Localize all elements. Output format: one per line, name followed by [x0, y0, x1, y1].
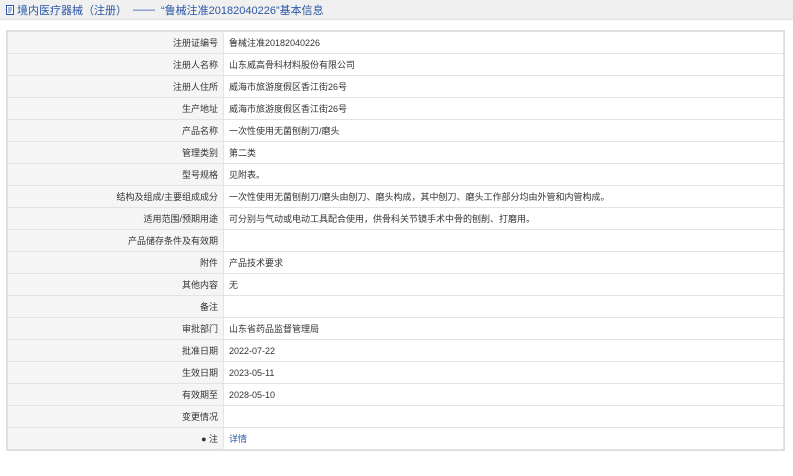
table-row: 产品储存条件及有效期: [7, 229, 784, 252]
row-label: 适用范围/预期用途: [7, 207, 224, 230]
row-label: 管理类别: [7, 141, 224, 164]
table-row: 结构及组成/主要组成成分 一次性使用无菌刨削刀/磨头由刨刀、磨头构成，其中刨刀、磨…: [7, 185, 784, 208]
row-label: 审批部门: [7, 317, 224, 340]
row-value: 威海市旅游度假区香江街26号: [223, 75, 784, 98]
table-row: 产品名称 一次性使用无菌刨削刀/磨头: [7, 119, 784, 142]
row-label: 备注: [7, 295, 224, 318]
row-value: 一次性使用无菌刨削刀/磨头: [223, 119, 784, 142]
table-row: 备注: [7, 295, 784, 318]
page-header: 境内医疗器械（注册） —— “鲁械注准20182040226”基本信息: [0, 0, 793, 20]
row-label: 变更情况: [7, 405, 224, 428]
table-row: 审批部门 山东省药品监督管理局: [7, 317, 784, 340]
detail-table: 注册证编号 鲁械注准20182040226 注册人名称 山东威高骨科材料股份有限公司…: [7, 31, 784, 450]
row-value: 威海市旅游度假区香江街26号: [223, 97, 784, 120]
table-row: 变更情况: [7, 405, 784, 428]
table-row: 注册人住所 威海市旅游度假区香江街26号: [7, 75, 784, 98]
row-value: 无: [223, 273, 784, 296]
table-row: 注册证编号 鲁械注准20182040226: [7, 31, 784, 54]
table-row: 附件 产品技术要求: [7, 251, 784, 274]
row-label: 其他内容: [7, 273, 224, 296]
detail-panel: 注册证编号 鲁械注准20182040226 注册人名称 山东威高骨科材料股份有限公司…: [6, 30, 785, 451]
table-row: 管理类别 第二类: [7, 141, 784, 164]
row-value: [223, 229, 784, 252]
row-label: 有效期至: [7, 383, 224, 406]
row-value: 鲁械注准20182040226: [223, 31, 784, 54]
row-label: 结构及组成/主要组成成分: [7, 185, 224, 208]
table-row: 有效期至 2028-05-10: [7, 383, 784, 406]
document-icon: [5, 4, 15, 15]
row-label: 生产地址: [7, 97, 224, 120]
row-label: 注册人住所: [7, 75, 224, 98]
row-label: ● 注: [7, 427, 224, 450]
row-value: 产品技术要求: [223, 251, 784, 274]
details-link[interactable]: 详情: [229, 434, 247, 444]
header-category: 境内医疗器械（注册）: [17, 4, 127, 17]
row-value: 见附表。: [223, 163, 784, 186]
row-label: 注册人名称: [7, 53, 224, 76]
row-value: 2022-07-22: [223, 339, 784, 362]
table-row: 型号规格 见附表。: [7, 163, 784, 186]
table-row: 其他内容无: [7, 273, 784, 296]
row-value: 2023-05-11: [223, 361, 784, 384]
row-label: 产品储存条件及有效期: [7, 229, 224, 252]
row-label: 产品名称: [7, 119, 224, 142]
row-label: 批准日期: [7, 339, 224, 362]
row-value: 2028-05-10: [223, 383, 784, 406]
header-title: “鲁械注准20182040226”基本信息: [161, 4, 324, 17]
row-value: 可分别与气动或电动工具配合使用，供骨科关节镜手术中骨的刨削、打磨用。: [223, 207, 784, 230]
row-value: 第二类: [223, 141, 784, 164]
row-value: 详情: [223, 427, 784, 450]
table-row: ● 注详情: [7, 427, 784, 450]
row-value: [223, 295, 784, 318]
row-value: [223, 405, 784, 428]
row-value: 山东省药品监督管理局: [223, 317, 784, 340]
table-row: 生产地址 威海市旅游度假区香江街26号: [7, 97, 784, 120]
row-label: 附件: [7, 251, 224, 274]
row-label: 生效日期: [7, 361, 224, 384]
header-separator: ——: [133, 3, 155, 16]
row-label: 型号规格: [7, 163, 224, 186]
row-value: 山东威高骨科材料股份有限公司: [223, 53, 784, 76]
table-row: 注册人名称 山东威高骨科材料股份有限公司: [7, 53, 784, 76]
row-value: 一次性使用无菌刨削刀/磨头由刨刀、磨头构成，其中刨刀、磨头工作部分均由外管和内管…: [223, 185, 784, 208]
table-row: 适用范围/预期用途 可分别与气动或电动工具配合使用，供骨科关节镜手术中骨的刨削、打…: [7, 207, 784, 230]
table-row: 生效日期 2023-05-11: [7, 361, 784, 384]
table-row: 批准日期 2022-07-22: [7, 339, 784, 362]
row-label: 注册证编号: [7, 31, 224, 54]
